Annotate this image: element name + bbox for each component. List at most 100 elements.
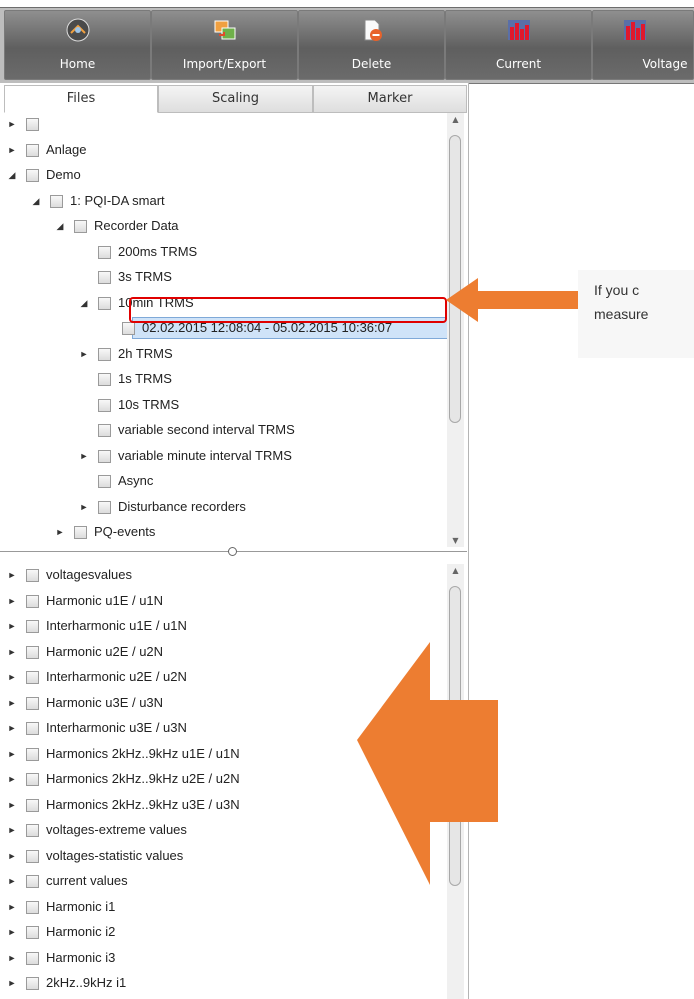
- expand-triangle-icon[interactable]: ►: [6, 845, 18, 867]
- tree-checkbox[interactable]: [26, 951, 39, 965]
- collapse-triangle-icon[interactable]: ◢: [6, 164, 18, 186]
- tree-checkbox[interactable]: [26, 747, 39, 761]
- collapse-triangle-icon[interactable]: ◢: [30, 190, 42, 212]
- expand-triangle-icon[interactable]: ►: [54, 521, 66, 543]
- home-button[interactable]: Home: [4, 10, 151, 80]
- tree-checkbox[interactable]: [26, 569, 39, 582]
- splitter-grip-icon[interactable]: [228, 547, 237, 556]
- expand-triangle-icon[interactable]: ►: [6, 972, 18, 994]
- expand-triangle-icon[interactable]: ►: [6, 641, 18, 663]
- expand-triangle-icon[interactable]: ►: [6, 615, 18, 637]
- expand-triangle-icon[interactable]: ►: [6, 896, 18, 918]
- tree-checkbox[interactable]: [26, 594, 39, 608]
- voltage-button[interactable]: Voltage: [592, 10, 694, 80]
- tree-row[interactable]: ► Harmonic i3: [4, 947, 448, 969]
- tree-checkbox[interactable]: [26, 773, 39, 786]
- tree-checkbox[interactable]: [98, 424, 111, 437]
- tree-row-label: 3s TRMS: [118, 269, 172, 284]
- tree-checkbox[interactable]: [98, 475, 111, 488]
- tree-checkbox[interactable]: [26, 824, 39, 837]
- tree-checkbox[interactable]: [26, 143, 39, 157]
- tree-checkbox[interactable]: [74, 526, 87, 539]
- tree-checkbox[interactable]: [26, 645, 39, 659]
- tree-checkbox[interactable]: [26, 118, 39, 131]
- tab-files[interactable]: Files: [4, 85, 158, 113]
- tree-checkbox[interactable]: [98, 449, 111, 463]
- expand-triangle-icon[interactable]: ►: [6, 564, 18, 586]
- tree-checkbox[interactable]: [74, 220, 87, 233]
- tree-row[interactable]: ► 2h TRMS: [4, 343, 448, 365]
- tree-checkbox[interactable]: [98, 500, 111, 514]
- expand-triangle-icon[interactable]: ►: [78, 496, 90, 518]
- scroll-up-icon[interactable]: ▲: [447, 115, 464, 124]
- tree-checkbox[interactable]: [26, 671, 39, 684]
- tree-checkbox[interactable]: [98, 245, 111, 259]
- panel-splitter[interactable]: [0, 547, 467, 556]
- tab-marker[interactable]: Marker: [313, 85, 467, 113]
- expand-triangle-icon[interactable]: ►: [6, 692, 18, 714]
- scroll-down-icon[interactable]: ▼: [447, 536, 464, 545]
- tree-row[interactable]: ► variable minute interval TRMS: [4, 445, 448, 467]
- tree-row[interactable]: 3s TRMS: [4, 266, 448, 288]
- collapse-triangle-icon[interactable]: ◢: [78, 292, 90, 314]
- tree-checkbox[interactable]: [98, 347, 111, 361]
- expand-triangle-icon[interactable]: ►: [6, 794, 18, 816]
- tree-row[interactable]: ► voltagesvalues: [4, 564, 448, 586]
- tree-checkbox[interactable]: [26, 900, 39, 914]
- tree-row[interactable]: ► Harmonic u1E / u1N: [4, 590, 448, 612]
- tree-checkbox[interactable]: [26, 798, 39, 812]
- tree-row-label: Harmonics 2kHz..9kHz u3E / u3N: [46, 796, 240, 812]
- tree-row-label: Harmonic i2: [46, 924, 116, 939]
- tree-row[interactable]: ► Anlage: [4, 139, 448, 161]
- tree-row[interactable]: 10s TRMS: [4, 394, 448, 416]
- expand-triangle-icon[interactable]: ►: [6, 870, 18, 892]
- tree-checkbox[interactable]: [122, 322, 135, 335]
- tree-checkbox[interactable]: [26, 875, 39, 888]
- expand-triangle-icon[interactable]: ►: [6, 113, 18, 135]
- expand-triangle-icon[interactable]: ►: [6, 717, 18, 739]
- tree-checkbox[interactable]: [26, 620, 39, 633]
- expand-triangle-icon[interactable]: ►: [78, 445, 90, 467]
- expand-triangle-icon[interactable]: ►: [6, 768, 18, 790]
- tree-checkbox[interactable]: [98, 296, 111, 310]
- tree-row[interactable]: ◢ Recorder Data: [4, 215, 448, 237]
- tree-checkbox[interactable]: [98, 373, 111, 386]
- tree-checkbox[interactable]: [50, 194, 63, 208]
- expand-triangle-icon[interactable]: ►: [6, 947, 18, 969]
- tree-checkbox[interactable]: [98, 398, 111, 412]
- tree-row[interactable]: ◢ 1: PQI-DA smart: [4, 190, 448, 212]
- tree-checkbox[interactable]: [26, 169, 39, 182]
- tree-row[interactable]: 1s TRMS: [4, 368, 448, 390]
- delete-button[interactable]: Delete: [298, 10, 445, 80]
- expand-triangle-icon[interactable]: ►: [6, 590, 18, 612]
- tree-checkbox[interactable]: [98, 271, 111, 284]
- tree-row[interactable]: ► PQ-events: [4, 521, 448, 543]
- tree-row[interactable]: ► Harmonic i2: [4, 921, 448, 943]
- current-button[interactable]: Current: [445, 10, 592, 80]
- tree-checkbox[interactable]: [26, 977, 39, 990]
- expand-triangle-icon[interactable]: ►: [6, 139, 18, 161]
- tree-row[interactable]: variable second interval TRMS: [4, 419, 448, 441]
- expand-triangle-icon[interactable]: ►: [6, 819, 18, 841]
- expand-triangle-icon[interactable]: ►: [6, 921, 18, 943]
- tree-checkbox[interactable]: [26, 696, 39, 710]
- tree-checkbox[interactable]: [26, 722, 39, 735]
- file-tree-scrollbar[interactable]: ▲ ▼: [447, 113, 464, 547]
- collapse-triangle-icon[interactable]: ◢: [54, 215, 66, 237]
- tree-row[interactable]: ► Harmonic i1: [4, 896, 448, 918]
- tree-row[interactable]: 200ms TRMS: [4, 241, 448, 263]
- tree-row[interactable]: ►: [4, 113, 448, 135]
- tree-checkbox[interactable]: [26, 849, 39, 863]
- import-export-button[interactable]: Import/Export: [151, 10, 298, 80]
- scroll-up-icon[interactable]: ▲: [447, 566, 464, 575]
- tree-row[interactable]: Async: [4, 470, 448, 492]
- expand-triangle-icon[interactable]: ►: [78, 343, 90, 365]
- tree-checkbox[interactable]: [26, 926, 39, 939]
- expand-triangle-icon[interactable]: ►: [6, 743, 18, 765]
- tab-scaling[interactable]: Scaling: [158, 85, 313, 113]
- tree-row[interactable]: ► Interharmonic u1E / u1N: [4, 615, 448, 637]
- expand-triangle-icon[interactable]: ►: [6, 666, 18, 688]
- tree-row[interactable]: ◢ Demo: [4, 164, 448, 186]
- tree-row[interactable]: ► 2kHz..9kHz i1: [4, 972, 448, 994]
- tree-row[interactable]: ► Disturbance recorders: [4, 496, 448, 518]
